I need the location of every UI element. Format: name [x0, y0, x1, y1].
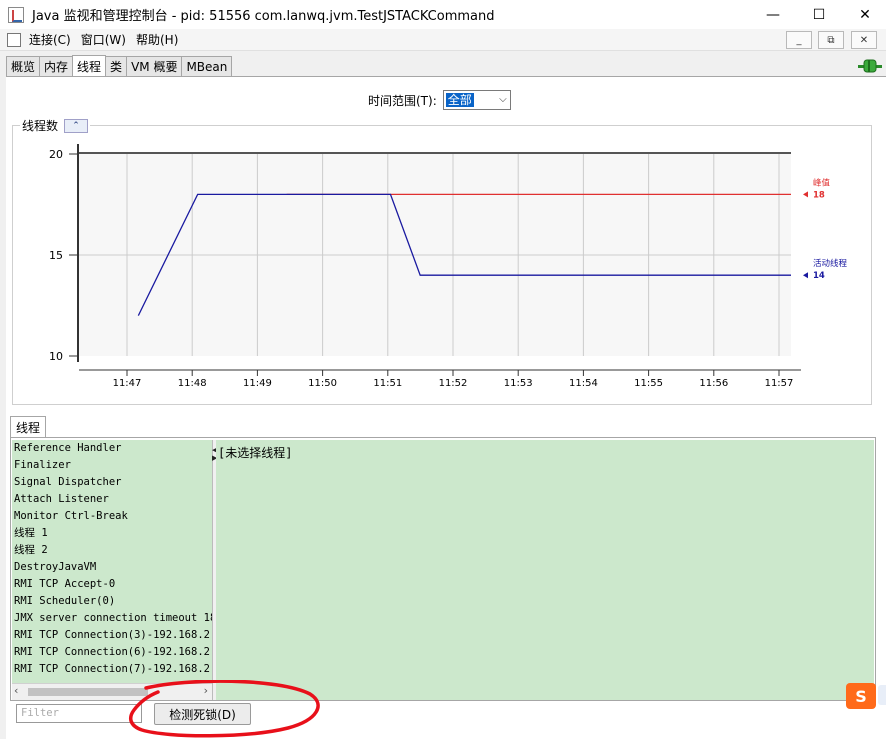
- scroll-left-icon[interactable]: ‹: [14, 684, 18, 697]
- chart-title-text: 线程数: [22, 119, 59, 133]
- thread-list-item[interactable]: RMI TCP Connection(3)-192.168.2.1: [12, 627, 212, 644]
- tab-overview[interactable]: 概览: [6, 56, 41, 76]
- x-tick-label: 11:57: [765, 378, 794, 389]
- close-button[interactable]: ✕: [842, 0, 886, 29]
- connection-status-icon[interactable]: [858, 58, 882, 74]
- thread-detail-text: [未选择线程]: [218, 446, 293, 460]
- thread-detail-panel: [未选择线程]: [216, 440, 874, 700]
- series-marker: [803, 272, 808, 279]
- internal-close-button[interactable]: ✕: [851, 31, 877, 49]
- internal-minimize-button[interactable]: _: [786, 31, 812, 49]
- x-tick-label: 11:48: [178, 378, 207, 389]
- series-name-label: 活动线程: [813, 258, 848, 269]
- thread-count-chart-panel: 20 15 10 11:47 11:48 11:49 11:50 11:51 11:52 11:5…: [12, 125, 872, 405]
- x-tick-label: 11:49: [243, 378, 272, 389]
- filter-input[interactable]: Filter: [16, 704, 142, 723]
- series-marker: [803, 191, 808, 198]
- tab-mbean[interactable]: MBean: [181, 56, 233, 76]
- thread-list-item[interactable]: Finalizer: [12, 457, 212, 474]
- window-title: Java 监视和管理控制台 - pid: 51556 com.lanwq.jvm…: [32, 9, 495, 24]
- x-tick-label: 11:55: [634, 378, 663, 389]
- thread-list-item[interactable]: DestroyJavaVM: [12, 559, 212, 576]
- tab-threads[interactable]: 线程: [72, 55, 107, 76]
- x-tick-label: 11:53: [504, 378, 533, 389]
- thread-count-chart: 20 15 10 11:47 11:48 11:49 11:50 11:51 11:52 11:5…: [49, 144, 848, 389]
- x-tick-label: 11:54: [569, 378, 598, 389]
- thread-list-item[interactable]: JMX server connection timeout 18: [12, 610, 212, 627]
- tab-vm-summary[interactable]: VM 概要: [126, 56, 183, 76]
- time-range-value: 全部: [445, 93, 474, 107]
- menu-window[interactable]: 窗口(W): [81, 31, 126, 48]
- x-tick-label: 11:56: [699, 378, 728, 389]
- jconsole-window: Java 监视和管理控制台 - pid: 51556 com.lanwq.jvm…: [0, 0, 886, 739]
- menu-help[interactable]: 帮助(H): [136, 31, 178, 48]
- thread-list-item[interactable]: RMI TCP Connection(7)-192.168.2.1: [12, 661, 212, 678]
- thread-list-item[interactable]: 线程 1: [12, 525, 212, 542]
- internal-restore-button[interactable]: ⧉: [818, 31, 844, 49]
- time-range-select[interactable]: 全部 ⌵: [442, 90, 511, 110]
- collapse-icon[interactable]: ⌃: [64, 118, 89, 133]
- title-bar: Java 监视和管理控制台 - pid: 51556 com.lanwq.jvm…: [0, 0, 886, 29]
- ime-logo-icon[interactable]: S: [846, 683, 876, 709]
- thread-list-item[interactable]: RMI Scheduler(0): [12, 593, 212, 610]
- series-name-label: 峰值: [813, 177, 831, 188]
- x-tick-label: 11:50: [308, 378, 337, 389]
- document-icon: [7, 32, 21, 47]
- thread-list-item[interactable]: RMI TCP Accept-0: [12, 576, 212, 593]
- x-tick-label: 11:52: [439, 378, 468, 389]
- main-tabs: 概览 内存 线程 类 VM 概要 MBean: [6, 55, 233, 76]
- maximize-button[interactable]: ☐: [796, 0, 842, 29]
- thread-list[interactable]: Reference Handler Finalizer Signal Dispatc…: [12, 440, 212, 683]
- tab-memory[interactable]: 内存: [39, 56, 74, 76]
- y-tick-label: 20: [49, 148, 63, 161]
- thread-list-item[interactable]: Monitor Ctrl-Break: [12, 508, 212, 525]
- time-range: 时间范围(T): 全部 ⌵: [368, 90, 511, 110]
- red-circle-annotation: [128, 680, 320, 738]
- thread-list-item[interactable]: Reference Handler: [12, 440, 212, 457]
- ime-side-tab: [878, 685, 886, 705]
- chart-title: 线程数 ⌃: [20, 117, 91, 134]
- tab-thread-list[interactable]: 线程: [10, 416, 46, 438]
- thread-list-item[interactable]: Attach Listener: [12, 491, 212, 508]
- series-value-label: 14: [813, 271, 825, 281]
- chevron-down-icon: ⌵: [499, 94, 507, 105]
- y-tick-label: 15: [49, 249, 63, 262]
- x-tick-label: 11:47: [113, 378, 142, 389]
- y-tick-label: 10: [49, 350, 63, 363]
- menu-bar: 连接(C) 窗口(W) 帮助(H) _ ⧉ ✕: [0, 29, 886, 51]
- series-value-label: 18: [813, 190, 825, 200]
- x-tick-label: 11:51: [373, 378, 402, 389]
- thread-list-item[interactable]: 线程 2: [12, 542, 212, 559]
- menu-connect[interactable]: 连接(C): [29, 31, 71, 48]
- minimize-button[interactable]: —: [750, 0, 796, 29]
- thread-list-item[interactable]: RMI TCP Connection(6)-192.168.2.1: [12, 644, 212, 661]
- time-range-label: 时间范围(T):: [368, 93, 437, 108]
- tab-classes[interactable]: 类: [105, 56, 128, 76]
- java-app-icon: [8, 6, 24, 23]
- thread-list-item[interactable]: Signal Dispatcher: [12, 474, 212, 491]
